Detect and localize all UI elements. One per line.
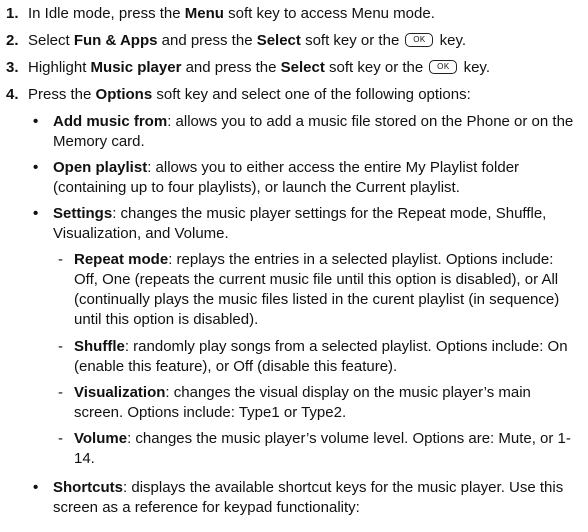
ok-key-icon: OK <box>405 33 434 47</box>
step-4: 4. Press the Options soft key and select… <box>0 85 578 105</box>
bullet-icon: • <box>33 113 39 130</box>
step-number: 4. <box>6 86 19 103</box>
bullet-icon: • <box>33 479 39 496</box>
dash-bullet: - <box>58 338 63 355</box>
option-open-playlist: • Open playlist: allows you to either ac… <box>29 158 578 198</box>
option-shortcuts: • Shortcuts: displays the available shor… <box>29 478 578 518</box>
setting-shuffle: - Shuffle: randomly play songs from a se… <box>54 337 574 377</box>
bullet-icon: • <box>33 159 39 176</box>
setting-visualization: - Visualization: changes the visual disp… <box>54 383 574 423</box>
setting-repeat-mode: - Repeat mode: replays the entries in a … <box>54 250 574 330</box>
manual-page: 1. In Idle mode, press the Menu soft key… <box>0 0 588 532</box>
dash-bullet: - <box>58 251 63 268</box>
option-settings: • Settings: changes the music player set… <box>29 204 578 244</box>
step-number: 2. <box>6 32 19 49</box>
option-add-music-from: • Add music from: allows you to add a mu… <box>29 112 578 152</box>
dash-bullet: - <box>58 384 63 401</box>
dash-bullet: - <box>58 430 63 447</box>
step-3: 3. Highlight Music player and press the … <box>0 58 578 78</box>
step-number: 3. <box>6 59 19 76</box>
setting-volume: - Volume: changes the music player’s vol… <box>54 429 574 469</box>
menu-softkey-term: Menu <box>184 5 224 22</box>
step-2: 2. Select Fun & Apps and press the Selec… <box>0 31 578 51</box>
step-1: 1. In Idle mode, press the Menu soft key… <box>0 4 578 24</box>
bullet-icon: • <box>33 205 39 222</box>
step-number: 1. <box>6 5 19 22</box>
ok-key-icon: OK <box>429 60 458 74</box>
